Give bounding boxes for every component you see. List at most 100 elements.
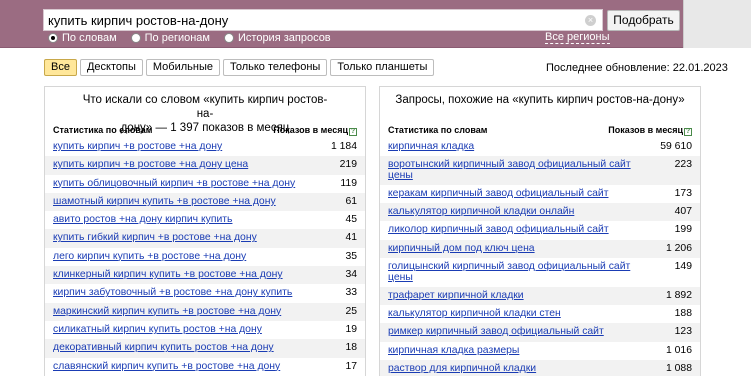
query-link[interactable]: клинкерный кирпич купить +в ростове +на …	[53, 269, 283, 280]
header-side-panel	[683, 0, 751, 48]
query-count: 149	[674, 261, 692, 273]
table-row: силикатный кирпич купить ростов +на дону…	[45, 321, 365, 339]
table-row: керакам кирпичный завод официальный сайт…	[380, 185, 700, 203]
column-header: Статистика по словам Показов в месяц?	[380, 125, 700, 138]
query-link[interactable]: воротынский кирпичный завод официальный …	[388, 160, 631, 170]
table-row: трафарет кирпичной кладки 1 892	[380, 286, 700, 305]
radio-icon	[224, 33, 234, 43]
radio-icon	[130, 33, 141, 43]
word-stats-list: купить кирпич +в ростове +на дону 1 184 ку…	[45, 138, 365, 376]
query-count: 1 892	[665, 289, 692, 301]
query-count: 1 088	[665, 363, 692, 375]
query-count: 45	[345, 214, 357, 226]
panel-title-line: Что искали со словом «купить кирпич рост…	[82, 94, 328, 120]
query-count: 19	[345, 323, 357, 335]
query-link[interactable]: голицынский кирпичный завод официальный …	[388, 262, 630, 272]
query-count: 173	[674, 187, 692, 199]
panel-title: Что искали со словом «купить кирпич рост…	[45, 87, 365, 134]
query-count: 35	[345, 250, 357, 262]
table-row: ликолор кирпичный завод официальный сайт…	[380, 221, 700, 239]
mode-selector: По словам По регионам История запросов	[48, 31, 345, 45]
mode-history[interactable]: История запросов	[224, 32, 331, 44]
help-icon[interactable]: ?	[684, 128, 692, 136]
column-phrase: Статистика по словам	[388, 125, 488, 135]
table-row: славянский кирпич купить +в ростове +на …	[45, 358, 365, 376]
query-link[interactable]: кирпичный дом под ключ цена	[388, 243, 535, 254]
all-regions-link[interactable]: Все регионы	[545, 31, 610, 44]
search-box: ×	[43, 9, 603, 31]
query-link[interactable]: авито ростов +на дону кирпич купить	[53, 214, 232, 225]
query-link[interactable]: керакам кирпичный завод официальный сайт	[388, 188, 608, 199]
tab-mobile[interactable]: Мобильные	[145, 59, 220, 76]
table-row: авито ростов +на дону кирпич купить 45	[45, 211, 365, 229]
query-count: 17	[345, 360, 357, 372]
table-row: римкер кирпичный завод официальный сайт 1…	[380, 323, 700, 342]
query-link[interactable]: раствор для кирпичной кладки	[388, 363, 536, 374]
table-row: кирпичная кладка размеры 1 016	[380, 342, 700, 360]
query-count: 18	[345, 342, 357, 354]
table-row: голицынский кирпичный завод официальный …	[380, 258, 700, 286]
similar-queries-list: кирпичная кладка 59 610 воротынский кирпич…	[380, 138, 700, 376]
device-tabs: Все Десктопы Мобильные Только телефоны Т…	[44, 59, 437, 76]
mode-label: По регионам	[144, 32, 210, 44]
table-row: кирпич забутовочный +в ростове +на дону …	[45, 284, 365, 302]
help-icon[interactable]: ?	[349, 128, 357, 136]
word-stats-panel: Что искали со словом «купить кирпич рост…	[44, 86, 366, 376]
submit-button-label: Подобрать	[613, 13, 674, 27]
query-link[interactable]: купить гибкий кирпич +в ростове +на дону	[53, 233, 257, 243]
table-row: раствор для кирпичной кладки 1 088	[380, 360, 700, 376]
query-link[interactable]: цены	[388, 273, 413, 283]
query-count: 33	[345, 287, 357, 299]
mode-label: По словам	[62, 32, 117, 44]
mode-regions[interactable]: По регионам	[130, 32, 210, 44]
query-link[interactable]: силикатный кирпич купить ростов +на дону	[53, 324, 262, 335]
query-count: 34	[345, 269, 357, 281]
table-row: шамотный кирпич купить +в ростове +на до…	[45, 192, 365, 212]
query-count: 188	[674, 307, 692, 319]
panel-title: Запросы, похожие на «купить кирпич росто…	[395, 94, 685, 106]
search-input[interactable]	[48, 12, 578, 29]
query-link[interactable]: трафарет кирпичной кладки	[388, 290, 524, 301]
query-count: 41	[345, 232, 357, 244]
query-link[interactable]: славянский кирпич купить +в ростове +на …	[53, 361, 280, 372]
query-link[interactable]: кирпичная кладка	[388, 141, 474, 152]
table-row: калькулятор кирпичной кладки стен 188	[380, 305, 700, 323]
query-link[interactable]: купить кирпич +в ростове +на дону	[53, 141, 222, 152]
table-row: клинкерный кирпич купить +в ростове +на …	[45, 266, 365, 285]
tab-all[interactable]: Все	[44, 59, 77, 76]
query-link[interactable]: римкер кирпичный завод официальный сайт	[388, 327, 604, 337]
query-link[interactable]: кирпичная кладка размеры	[388, 345, 519, 356]
query-count: 123	[674, 326, 692, 338]
query-count: 1 016	[665, 344, 692, 356]
query-link[interactable]: кирпич забутовочный +в ростове +на дону …	[53, 288, 292, 298]
table-row: купить кирпич +в ростове +на дону 1 184	[45, 138, 365, 156]
query-count: 119	[340, 177, 357, 189]
query-link[interactable]: шамотный кирпич купить +в ростове +на до…	[53, 196, 276, 207]
mode-label: История запросов	[238, 32, 331, 44]
tab-tablets[interactable]: Только планшеты	[330, 59, 435, 76]
query-link[interactable]: маркинский кирпич купить +в ростове +на …	[53, 306, 281, 317]
query-link[interactable]: ликолор кирпичный завод официальный сайт	[388, 225, 609, 235]
submit-button[interactable]: Подобрать	[607, 10, 680, 31]
last-updated: Последнее обновление: 22.01.2023	[546, 62, 728, 74]
query-count: 59 610	[660, 141, 692, 152]
table-row: кирпичная кладка 59 610	[380, 138, 700, 156]
query-link[interactable]: купить облицовочный кирпич +в ростове +н…	[53, 178, 295, 189]
query-link[interactable]: купить кирпич +в ростове +на дону цена	[53, 160, 248, 170]
query-count: 199	[674, 224, 692, 236]
query-link[interactable]: декоративный кирпич купить ростов +на до…	[53, 343, 274, 353]
similar-queries-panel: Запросы, похожие на «купить кирпич росто…	[379, 86, 701, 376]
query-count: 223	[674, 159, 692, 171]
mode-words[interactable]: По словам	[48, 32, 117, 44]
query-count: 1 184	[330, 141, 357, 152]
column-count-label: Показов в месяц	[608, 125, 683, 135]
query-link[interactable]: калькулятор кирпичной кладки онлайн	[388, 206, 574, 217]
tab-phones[interactable]: Только телефоны	[222, 59, 328, 76]
query-link[interactable]: калькулятор кирпичной кладки стен	[388, 308, 561, 319]
query-link[interactable]: лего кирпич купить +в ростове +на дону	[53, 251, 246, 262]
tab-desktops[interactable]: Десктопы	[79, 59, 143, 76]
query-count: 25	[345, 305, 357, 317]
query-link[interactable]: цены	[388, 171, 413, 181]
query-count: 61	[345, 195, 357, 207]
clear-icon[interactable]: ×	[585, 15, 596, 26]
